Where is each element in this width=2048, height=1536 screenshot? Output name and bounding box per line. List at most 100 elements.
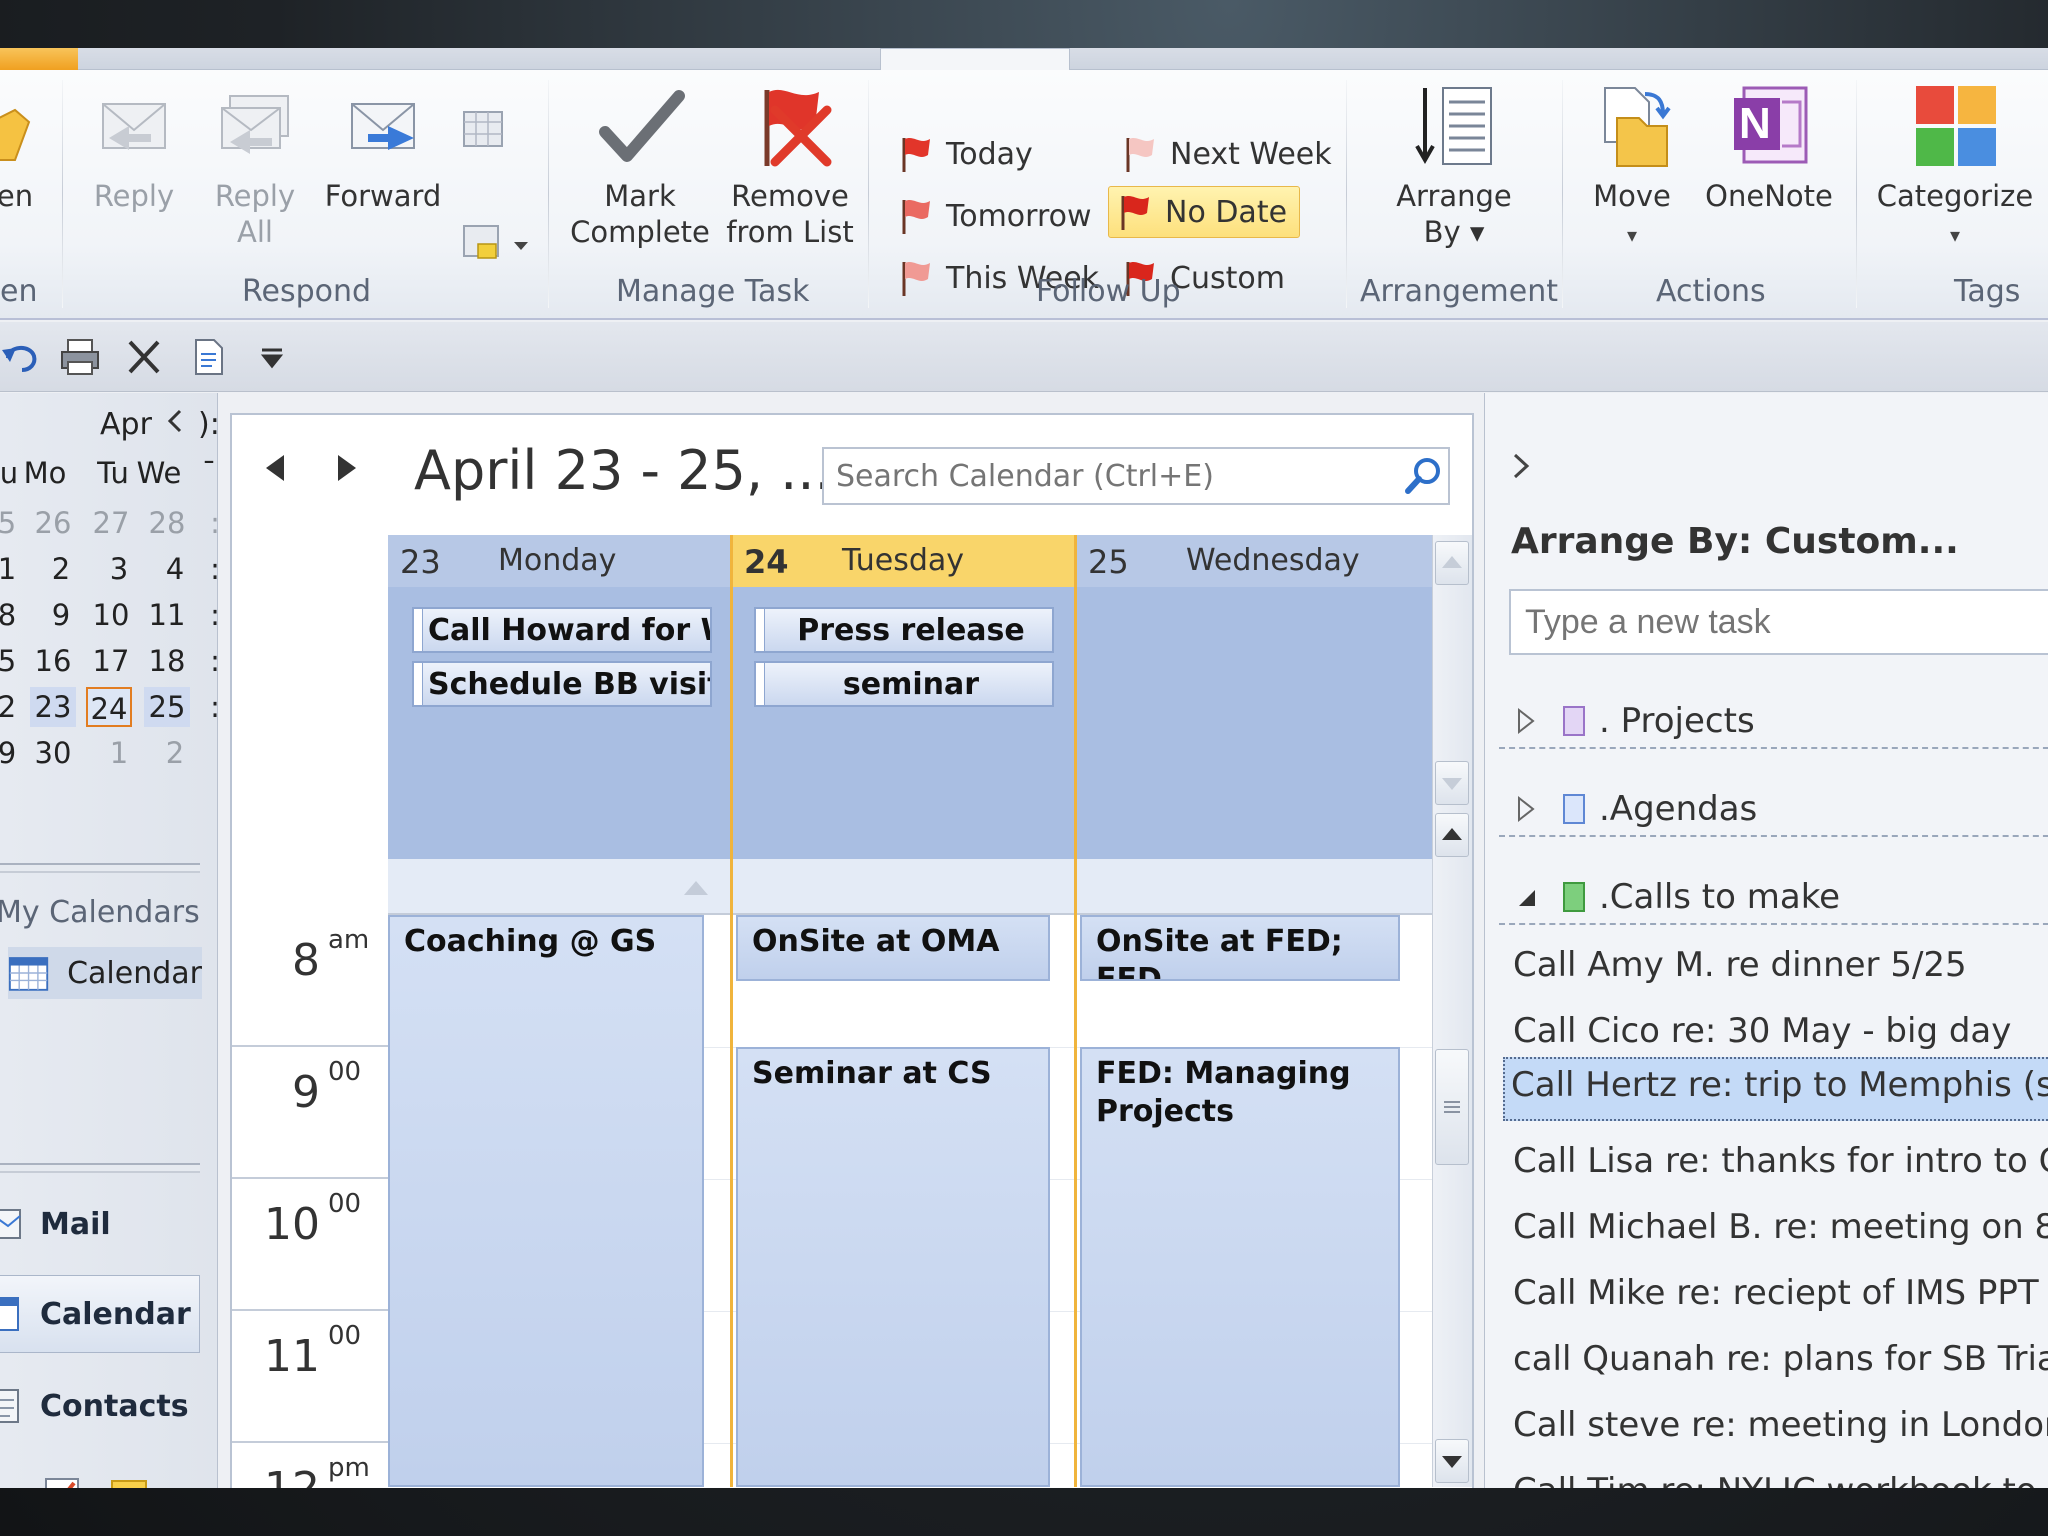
active-ribbon-tab[interactable] [880, 48, 1070, 72]
task-item-selected[interactable]: Call Hertz re: trip to Memphis (s [1503, 1057, 2048, 1121]
print-icon[interactable] [58, 336, 102, 378]
day-header-monday[interactable]: 23 Monday [388, 535, 732, 587]
task-item[interactable]: Call Amy M. re dinner 5/25 [1505, 937, 2048, 995]
configure-buttons-icon[interactable] [170, 1485, 194, 1488]
todo-arrange-by-header[interactable]: Arrange By: Custom... [1511, 521, 1959, 562]
mini-calendar-month: Apr [100, 407, 152, 442]
all-day-area-monday[interactable]: Call Howard for W Schedule BB visit [388, 587, 732, 859]
hour-label: 10 00 [232, 1179, 388, 1311]
scroll-up-button[interactable] [1435, 541, 1469, 585]
scroll-thumb[interactable] [1435, 1049, 1469, 1165]
group-separator [548, 80, 549, 308]
group-separator [62, 80, 63, 308]
all-day-event[interactable]: Schedule BB visit [412, 661, 712, 707]
more-respond-icon[interactable] [458, 216, 538, 276]
calendar-view: April 23 - 25, ... 23 Monday 24 Tuesday … [230, 413, 1474, 1488]
notes-nav-icon[interactable] [106, 1473, 152, 1488]
early-hours-collapsed-row[interactable] [388, 859, 1432, 915]
flag-today-icon [902, 138, 930, 172]
categorize-dropdown-arrow: ▾ [1949, 223, 1961, 247]
new-task-input[interactable] [1509, 589, 2048, 655]
task-item[interactable]: Call Lisa re: thanks for intro to G [1505, 1133, 2048, 1191]
forward-button[interactable]: Forward [318, 80, 448, 214]
task-item[interactable]: Call steve re: meeting in London [1505, 1397, 2048, 1455]
meeting-reply-icon[interactable] [458, 104, 512, 158]
search-icon[interactable] [1402, 455, 1444, 497]
arrow-down-icon [1442, 1456, 1462, 1468]
move-button[interactable]: Move ▾ [1582, 80, 1682, 253]
properties-icon[interactable] [186, 336, 230, 378]
my-calendars-header[interactable]: My Calendars [0, 895, 200, 930]
arrange-by-icon [1415, 87, 1492, 165]
calendar-scrollbar[interactable] [1432, 535, 1472, 1487]
calendar-list-item[interactable]: Calendar [8, 947, 202, 999]
nav-calendar[interactable]: Calendar [0, 1275, 200, 1353]
all-day-area-tuesday[interactable]: Press release seminar [732, 587, 1076, 859]
nav-pane-splitter[interactable] [0, 1163, 200, 1173]
contacts-icon [0, 1389, 19, 1423]
reply-button[interactable]: Reply [84, 80, 184, 214]
task-item[interactable]: Call Mike re: reciept of IMS PPT [1505, 1265, 2048, 1323]
arrange-by-button[interactable]: Arrange By ▾ [1384, 80, 1524, 250]
move-icon [1604, 87, 1671, 167]
flag-no-date-button[interactable]: No Date [1108, 186, 1300, 238]
appointment[interactable]: Seminar at CS [736, 1047, 1050, 1487]
task-item[interactable]: call Quanah re: plans for SB Tria [1505, 1331, 2048, 1389]
customize-toolbar-icon[interactable] [250, 336, 294, 378]
task-item[interactable]: Call Tim re: NYLIC workbook to [1505, 1463, 2048, 1488]
scroll-down-button[interactable] [1435, 1439, 1469, 1483]
day-header-wednesday[interactable]: 25 Wednesday [1076, 535, 1432, 587]
all-day-area-wednesday[interactable] [1076, 587, 1432, 859]
task-group-agendas[interactable]: .Agendas [1509, 779, 2048, 839]
task-item[interactable]: Call Michael B. re: meeting on 8/ [1505, 1199, 2048, 1257]
mini-calendar-prev-icon[interactable] [166, 409, 184, 433]
appointment[interactable]: Coaching @ GS [388, 915, 704, 1487]
hour-label: 9 00 [232, 1047, 388, 1179]
undo-icon[interactable] [0, 336, 44, 378]
appointment[interactable]: OnSite at FED; FED [1080, 915, 1400, 981]
scroll-down-button[interactable] [1435, 761, 1469, 805]
categorize-button[interactable]: Categorize ▾ [1870, 80, 2040, 253]
group-separator [868, 80, 869, 308]
prev-range-button[interactable] [266, 455, 284, 481]
folder-icon [0, 108, 31, 161]
flag-next-week-button[interactable]: Next Week [1114, 128, 1342, 180]
all-day-event[interactable]: Call Howard for W [412, 607, 712, 653]
flag-no-date-icon [1121, 196, 1149, 230]
appointment[interactable]: OnSite at OMA [736, 915, 1050, 981]
task-group-projects[interactable]: . Projects [1509, 691, 2048, 751]
appointment[interactable]: FED: Managing Projects [1080, 1047, 1400, 1487]
file-tab[interactable] [0, 48, 78, 70]
day-column-wednesday[interactable]: OnSite at FED; FED FED: Managing Project… [1076, 915, 1432, 1487]
day-column-tuesday[interactable]: OnSite at OMA Seminar at CS [732, 915, 1076, 1487]
scroll-up-button[interactable] [1435, 813, 1469, 857]
task-group-calls-to-make[interactable]: .Calls to make [1509, 867, 2048, 927]
all-day-event[interactable]: seminar [754, 661, 1054, 707]
nav-contacts[interactable]: Contacts [0, 1367, 200, 1445]
scroll-up-hint-icon[interactable] [682, 877, 710, 897]
day-header-tuesday[interactable]: 24 Tuesday [732, 535, 1076, 587]
mini-calendar-today[interactable]: 24 [86, 687, 132, 727]
search-calendar-input[interactable] [822, 447, 1450, 505]
remove-from-list-button[interactable]: Remove from List [720, 80, 860, 250]
ribbon-tab-strip [0, 48, 2048, 72]
open-button[interactable]: en [0, 80, 40, 214]
all-day-event[interactable]: Press release [754, 607, 1054, 653]
nav-pane-splitter[interactable] [0, 863, 200, 873]
mini-calendar-week: 5 16 17 18 : [0, 644, 220, 678]
nav-mail[interactable]: Mail [0, 1185, 200, 1263]
flag-tomorrow-button[interactable]: Tomorrow [890, 190, 1102, 242]
flag-next-week-icon [1126, 138, 1154, 172]
reply-all-button[interactable]: Reply All [200, 80, 310, 250]
day-column-monday[interactable]: Coaching @ GS [388, 915, 732, 1487]
flag-today-button[interactable]: Today [890, 128, 1043, 180]
tasks-nav-icon[interactable] [40, 1473, 86, 1488]
chevron-right-icon[interactable] [1507, 451, 1537, 481]
hour-label: 12pm [264, 1453, 370, 1488]
navigation-pane: Apr ): u Mo Tu We ˉ 5 26 27 28 : 1 2 3 4 [0, 393, 220, 1488]
task-item[interactable]: Call Cico re: 30 May - big day [1505, 1003, 2048, 1061]
mark-complete-button[interactable]: Mark Complete [568, 80, 712, 250]
onenote-button[interactable]: N OneNote [1694, 80, 1844, 214]
delete-icon[interactable] [122, 336, 166, 378]
next-range-button[interactable] [338, 455, 356, 481]
